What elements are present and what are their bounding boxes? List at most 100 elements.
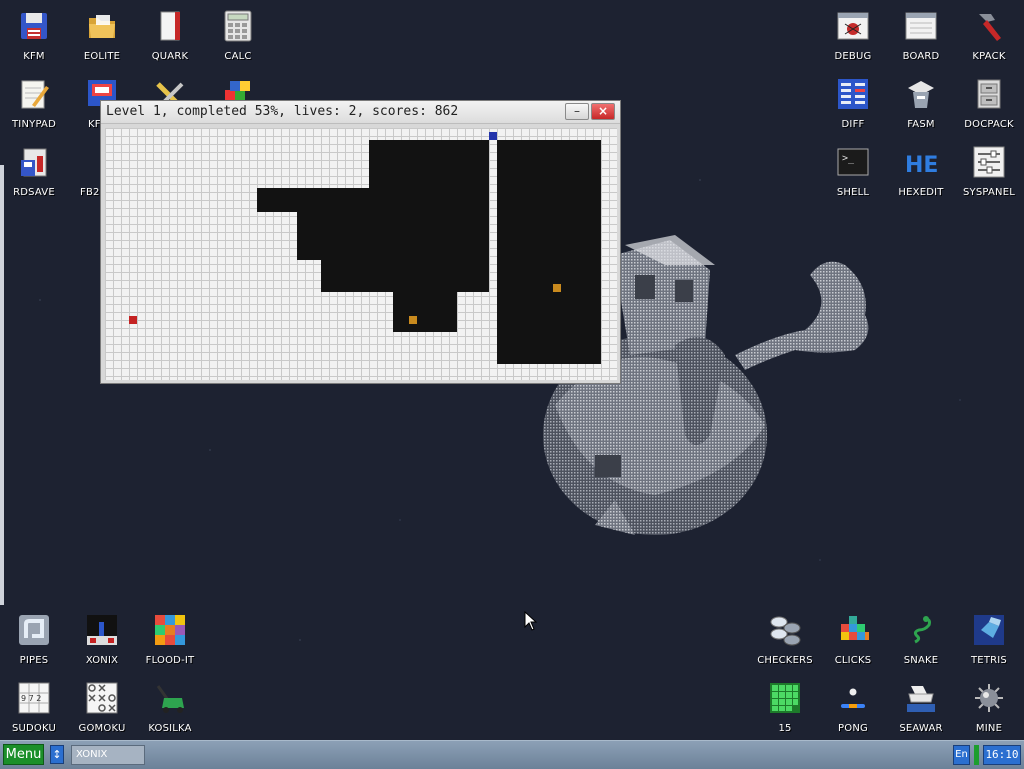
desktop-icon-flood-it[interactable]: FLOOD-IT	[136, 604, 204, 670]
desktop-icon-hexedit[interactable]: HE HEXEDIT	[887, 136, 955, 202]
sliders-icon	[973, 146, 1005, 178]
snake-icon	[905, 614, 937, 646]
book-icon	[154, 10, 186, 42]
window-titlebar[interactable]: Level 1, completed 53%, lives: 2, scores…	[101, 101, 620, 124]
desktop-icon-calc[interactable]: CALC	[204, 0, 272, 66]
desktop-icon-eolite[interactable]: EOLITE	[68, 0, 136, 66]
game-field[interactable]	[105, 128, 617, 380]
desktop-icon-15[interactable]: 15	[751, 672, 819, 738]
desktop-icon-mine[interactable]: MINE	[955, 672, 1023, 738]
checkers-pieces-icon	[769, 614, 801, 646]
diff-table-icon	[837, 78, 869, 110]
desktop-icon-label: TETRIS	[971, 655, 1007, 666]
xonix-window[interactable]: Level 1, completed 53%, lives: 2, scores…	[100, 100, 621, 384]
ramdisk-save-icon	[18, 146, 50, 178]
desktop-icon-label: KPACK	[972, 51, 1006, 62]
taskbar: Menu ↕ XONIX En 16:10	[0, 740, 1024, 769]
desktop-icon-snake[interactable]: SNAKE	[887, 604, 955, 670]
desktop-icon-fasm[interactable]: FASM	[887, 68, 955, 134]
desktop-icon-label: KFM	[23, 51, 45, 62]
sudoku-digits: 9 7 2	[21, 694, 41, 703]
void-region	[297, 212, 489, 260]
mine-icon	[973, 682, 1005, 714]
desktop-icon-sudoku[interactable]: 9 7 2 SUDOKU	[0, 672, 68, 738]
sea-enemy	[553, 284, 561, 292]
desktop-icon-label: MINE	[975, 723, 1003, 734]
desktop-icon-label: GOMOKU	[78, 723, 126, 734]
menu-button[interactable]: Menu	[3, 744, 44, 765]
desktop-icon-pipes[interactable]: PIPES	[0, 604, 68, 670]
close-button[interactable]: ×	[591, 103, 615, 120]
desktop-icon-label: RDSAVE	[13, 187, 55, 198]
folder-icon	[86, 10, 118, 42]
battleship-icon	[905, 682, 937, 714]
desktop-icon-label: PIPES	[19, 655, 49, 666]
sea-enemy	[409, 316, 417, 324]
fifteen-puzzle-icon	[769, 682, 801, 714]
desktop-icon-label: SUDOKU	[11, 723, 57, 734]
desktop-icon-quark[interactable]: QUARK	[136, 0, 204, 66]
clock[interactable]: 16:10	[983, 745, 1021, 765]
tetris-block-icon	[973, 614, 1005, 646]
desktop-icon-label: CHECKERS	[757, 655, 813, 666]
calculator-icon	[222, 10, 254, 42]
desktop-icon-shell[interactable]: >_ SHELL	[819, 136, 887, 202]
desktop-icon-checkers[interactable]: CHECKERS	[751, 604, 819, 670]
desktop-icon-label: QUARK	[151, 51, 189, 62]
sudoku-grid-icon: 9 7 2	[18, 682, 50, 714]
fasm-icon	[905, 78, 937, 110]
pong-icon	[837, 682, 869, 714]
terminal-prompt: >_	[842, 153, 855, 164]
desktop-icon-label: SEAWAR	[899, 723, 943, 734]
color-grid-icon	[154, 614, 186, 646]
desktop-icon-rdsave[interactable]: RDSAVE	[0, 136, 68, 202]
window-title: Level 1, completed 53%, lives: 2, scores…	[106, 104, 459, 119]
language-indicator[interactable]: En	[953, 745, 970, 765]
desktop-icon-tinypad[interactable]: TINYPAD	[0, 68, 68, 134]
desktop-icon-pong[interactable]: PONG	[819, 672, 887, 738]
desktop-icon-kfm[interactable]: KFM	[0, 0, 68, 66]
pipes-icon	[18, 614, 50, 646]
colored-blocks-icon	[837, 614, 869, 646]
desktop-icon-xonix[interactable]: XONIX	[68, 604, 136, 670]
hex-editor-icon: HE	[905, 146, 938, 178]
void-region	[257, 188, 489, 212]
void-region	[497, 140, 601, 364]
mouse-cursor-icon	[524, 611, 538, 631]
desktop-icon-label: SYSPANEL	[962, 187, 1015, 198]
minimize-button[interactable]: –	[565, 103, 589, 120]
desktop-icon-seawar[interactable]: SEAWAR	[887, 672, 955, 738]
tray-indicator	[974, 745, 979, 765]
desktop-icon-label: TINYPAD	[12, 119, 56, 130]
desktop-icon-label: CALC	[224, 51, 252, 62]
floppy-disk-icon	[18, 10, 50, 42]
desktop-icon-tetris[interactable]: TETRIS	[955, 604, 1023, 670]
cabinet-icon	[973, 78, 1005, 110]
desktop-icon-docpack[interactable]: DOCPACK	[955, 68, 1023, 134]
desktop-icon-clicks[interactable]: CLICKS	[819, 604, 887, 670]
desktop-icon-label: XONIX	[85, 655, 119, 666]
desktop-icon-diff[interactable]: DIFF	[819, 68, 887, 134]
desktop-icon-label: DOCPACK	[964, 119, 1014, 130]
desktop-icon-kosilka[interactable]: KOSILKA	[136, 672, 204, 738]
taskbar-item-xonix[interactable]: XONIX	[71, 745, 145, 765]
desktop-icon-board[interactable]: BOARD	[887, 0, 955, 66]
desktop-icon-label: PONG	[838, 723, 868, 734]
desktop-icon-debug[interactable]: DEBUG	[819, 0, 887, 66]
window-switch-icon[interactable]: ↕	[50, 745, 64, 764]
desktop-icon-label: DEBUG	[834, 51, 872, 62]
desktop-icon-label: HEXEDIT	[898, 187, 944, 198]
board-window-icon	[905, 10, 937, 42]
desktop-icon-label: KOSILKA	[148, 723, 192, 734]
void-region	[393, 292, 457, 332]
desktop-icon-gomoku[interactable]: GOMOKU	[68, 672, 136, 738]
notepad-pencil-icon	[18, 78, 50, 110]
desktop: KFM EOLITE QUARK CALC TINYPAD KF RDSAVE …	[0, 0, 1024, 740]
desktop-icon-label: FLOOD-IT	[145, 655, 195, 666]
desktop-icon-syspanel[interactable]: SYSPANEL	[955, 136, 1023, 202]
void-region	[321, 260, 489, 292]
left-panel-edge	[0, 165, 4, 605]
xonix-icon	[86, 614, 118, 646]
desktop-icon-kpack[interactable]: KPACK	[955, 0, 1023, 66]
terminal-icon: >_	[837, 146, 869, 178]
